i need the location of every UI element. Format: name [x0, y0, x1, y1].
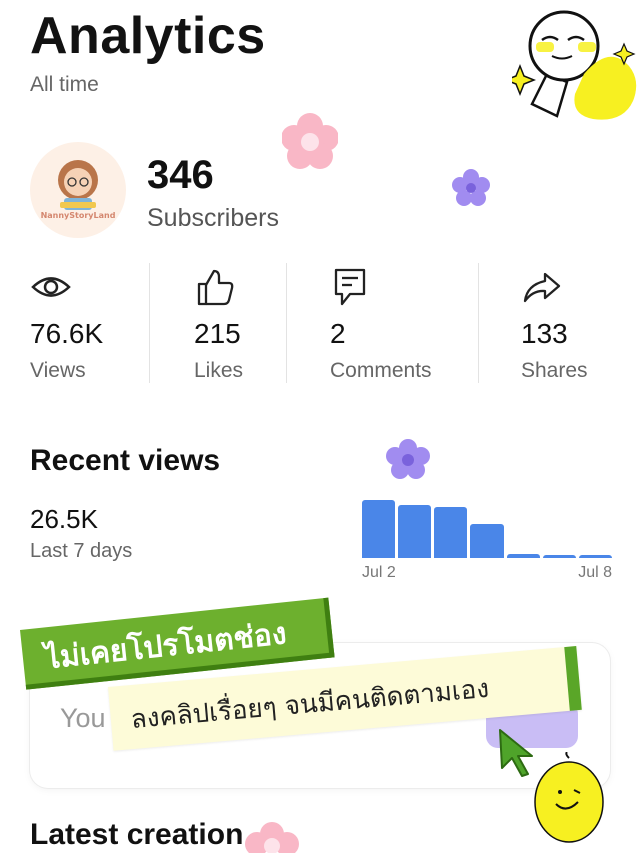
purple-flower-sticker: [452, 169, 490, 206]
likes-label: Likes: [194, 359, 244, 382]
recent-views-chart[interactable]: Jul 2 Jul 8: [362, 480, 612, 585]
divider: [286, 263, 287, 383]
avatar-illustration: [58, 160, 98, 210]
chart-bar: [542, 554, 576, 558]
latest-creation-title: Latest creation: [30, 818, 244, 851]
pink-flower-sticker: [282, 113, 338, 169]
share-arrow-icon: [523, 272, 561, 303]
divider: [478, 263, 479, 383]
recent-views-value: 26.5K: [30, 504, 98, 534]
views-label: Views: [30, 359, 86, 382]
divider: [149, 263, 150, 383]
lemon-sticker: [534, 752, 604, 843]
eye-icon: [31, 277, 71, 297]
channel-brand-text: NannyStoryLand: [40, 211, 116, 220]
thumbs-up-icon: [197, 269, 234, 306]
subscribers-count: 346: [147, 153, 214, 197]
shares-label: Shares: [521, 359, 588, 382]
time-range-label: All time: [30, 73, 99, 96]
channel-avatar[interactable]: NannyStoryLand: [30, 142, 126, 238]
comments-label: Comments: [330, 359, 432, 382]
face-sticker: [512, 10, 637, 120]
purple-flower-sticker-2: [386, 439, 430, 479]
likes-value: 215: [194, 318, 241, 349]
pink-flower-sticker-2: [245, 822, 299, 853]
promo-card-text: You: [60, 703, 106, 733]
chart-bar: [578, 554, 612, 558]
chart-bar: [398, 504, 432, 558]
chart-bar: [362, 500, 396, 558]
x-tick-label-start: Jul 2: [362, 564, 396, 581]
chart-bar: [470, 524, 504, 558]
views-value: 76.6K: [30, 318, 104, 349]
chart-bar: [506, 553, 540, 558]
page-title: Analytics: [30, 7, 266, 65]
comment-icon: [334, 268, 366, 306]
chart-bar: [434, 506, 468, 558]
recent-views-range: Last 7 days: [30, 540, 133, 562]
x-tick-label-end: Jul 8: [578, 564, 612, 581]
shares-value: 133: [521, 318, 568, 349]
recent-views-title: Recent views: [30, 444, 221, 477]
subscribers-label: Subscribers: [147, 204, 279, 232]
comments-value: 2: [330, 318, 346, 349]
